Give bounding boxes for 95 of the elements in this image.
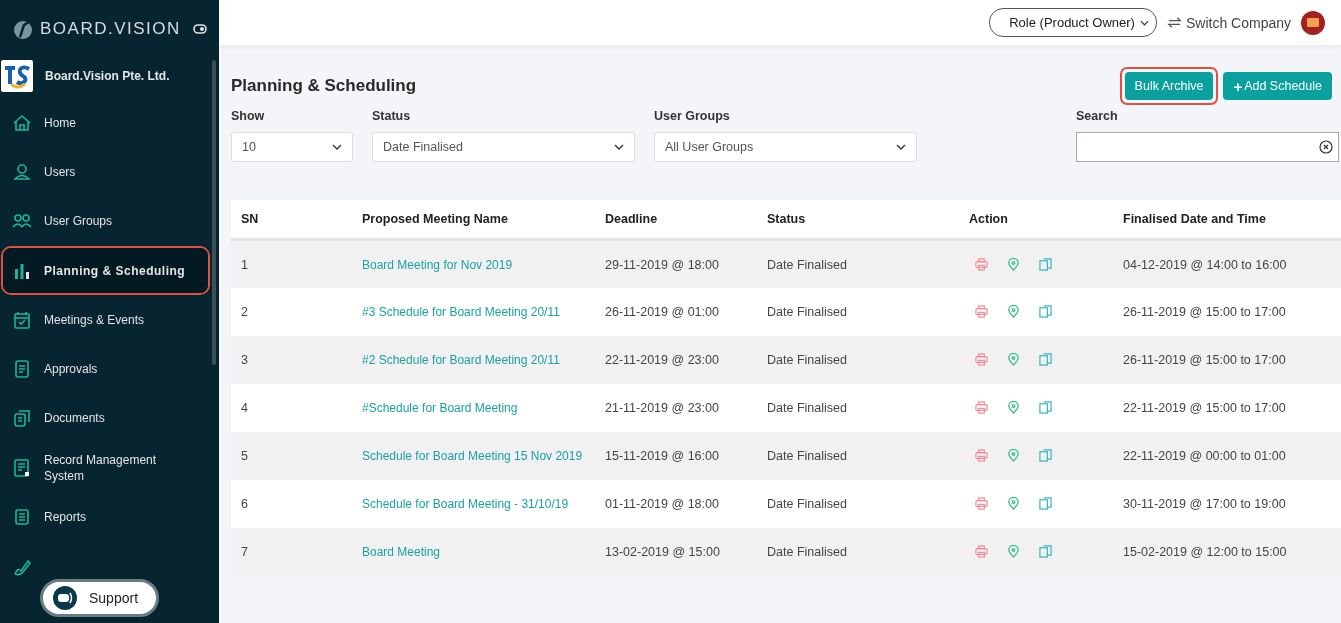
chat-icon (53, 586, 77, 610)
table-cell: Date Finalised (757, 335, 959, 384)
table-cell: 15-11-2019 @ 16:00 (595, 431, 757, 480)
calendar-icon (12, 309, 32, 330)
table-cell: 22-11-2019 @ 15:00 to 17:00 (1113, 383, 1341, 432)
table-cell: 22-11-2019 @ 00:00 to 01:00 (1113, 431, 1341, 480)
table-cell: 04-12-2019 @ 14:00 to 16:00 (1113, 239, 1341, 288)
chevron-icon (1139, 19, 1149, 26)
search-field[interactable] (1076, 132, 1339, 162)
table-cell: 22-11-2019 @ 23:00 (595, 335, 757, 384)
company-name: Board.Vision Pte. Ltd. (45, 69, 170, 83)
location-pin-icon[interactable] (1007, 400, 1020, 414)
copy-icon[interactable] (1039, 544, 1052, 558)
table-cell: Date Finalised (757, 431, 959, 480)
nav-item[interactable]: Record Management System (3, 445, 208, 491)
table-cell: Date Finalised (757, 239, 959, 288)
chevron-icon (332, 144, 342, 150)
switch-company-button[interactable]: Switch Company (1166, 14, 1291, 31)
clear-icon[interactable] (1319, 140, 1333, 154)
home-icon (12, 112, 32, 133)
toggle-icon[interactable] (193, 24, 207, 34)
filter-dropdown[interactable]: Date Finalised (372, 132, 635, 162)
copy-icon[interactable] (1039, 496, 1052, 510)
print-icon[interactable] (975, 400, 988, 414)
record-icon (12, 457, 32, 478)
print-icon[interactable] (975, 448, 988, 462)
search-label: Search (1076, 109, 1119, 123)
table-cell: 3 (231, 335, 352, 384)
table-cell: Date Finalised (757, 527, 959, 576)
column-header: Deadline (595, 200, 757, 240)
chevron-icon (896, 144, 906, 150)
copy-icon[interactable] (1039, 258, 1052, 271)
column-header: Proposed Meeting Name (352, 200, 595, 240)
table-cell: 2 (231, 287, 352, 336)
location-pin-icon[interactable] (1007, 448, 1020, 462)
location-pin-icon[interactable] (1007, 496, 1020, 510)
table-cell: Date Finalised (757, 479, 959, 528)
table-cell: 21-11-2019 @ 23:00 (595, 383, 757, 432)
table-cell: Date Finalised (757, 287, 959, 336)
location-pin-icon[interactable] (1007, 352, 1020, 366)
column-header: SN (231, 200, 352, 240)
print-icon[interactable] (975, 304, 988, 318)
support-button[interactable]: Support (40, 579, 160, 617)
table-cell: 26-11-2019 @ 15:00 to 17:00 (1113, 335, 1341, 384)
print-icon[interactable] (975, 352, 988, 366)
filter-label: Show (231, 109, 266, 123)
table-cell: 7 (231, 527, 352, 576)
page-title: Planning & Scheduling (231, 76, 417, 96)
copy-icon[interactable] (1039, 352, 1052, 366)
nav-item[interactable]: Planning & Scheduling (3, 247, 208, 294)
nav-item[interactable]: Home (3, 100, 208, 146)
table-cell: 26-11-2019 @ 15:00 to 17:00 (1113, 287, 1341, 336)
copy-icon[interactable] (1039, 304, 1052, 318)
print-icon[interactable] (975, 496, 988, 510)
list-icon (12, 507, 32, 527)
print-icon[interactable] (975, 544, 988, 558)
nav-item[interactable]: User Groups (3, 198, 208, 244)
table-cell: 26-11-2019 @ 01:00 (595, 287, 757, 336)
document-icon (12, 359, 32, 380)
column-header: Status (757, 200, 959, 240)
location-pin-icon[interactable] (1007, 544, 1020, 558)
filter-dropdown[interactable]: 10 (231, 132, 353, 162)
location-pin-icon[interactable] (1007, 258, 1020, 271)
nav-item[interactable]: Users (3, 149, 208, 195)
table-cell: 13-02-2019 @ 15:00 (595, 527, 757, 576)
print-icon[interactable] (975, 258, 988, 271)
copy-icon[interactable] (1039, 448, 1052, 462)
filter-dropdown[interactable]: All User Groups (654, 132, 917, 162)
table-cell: 15-02-2019 @ 12:00 to 15:00 (1113, 527, 1341, 576)
table-cell: Date Finalised (757, 383, 959, 432)
table-cell: 30-11-2019 @ 17:00 to 19:00 (1113, 479, 1341, 528)
nav-item[interactable]: Reports (3, 494, 208, 540)
table-cell: 1 (231, 239, 352, 288)
table-cell: 6 (231, 479, 352, 528)
table-cell: 4 (231, 383, 352, 432)
avatar-icon[interactable] (1301, 10, 1325, 35)
user-icon (12, 161, 32, 182)
location-pin-icon[interactable] (1007, 304, 1020, 318)
nav-item[interactable]: Approvals (3, 346, 208, 392)
table-cell: 29-11-2019 @ 18:00 (595, 239, 757, 288)
table-cell: 5 (231, 431, 352, 480)
nav-item[interactable]: Meetings & Events (3, 297, 208, 343)
chevron-icon (614, 144, 624, 150)
brand-name: BOARD.VISION (40, 19, 182, 39)
swap-icon (1166, 15, 1182, 30)
copy-icon[interactable] (1039, 400, 1052, 414)
documents-icon (12, 408, 32, 429)
column-header: Finalised Date and Time (1113, 200, 1341, 240)
nav-item[interactable]: Documents (3, 395, 208, 442)
table-cell: 01-11-2019 @ 18:00 (595, 479, 757, 528)
filter-label: User Groups (654, 109, 731, 123)
column-header: Action (959, 200, 1113, 240)
role-dropdown[interactable]: Role (Product Owner) (989, 8, 1157, 37)
filter-label: Status (372, 109, 412, 123)
company-logo-icon (1, 60, 33, 92)
